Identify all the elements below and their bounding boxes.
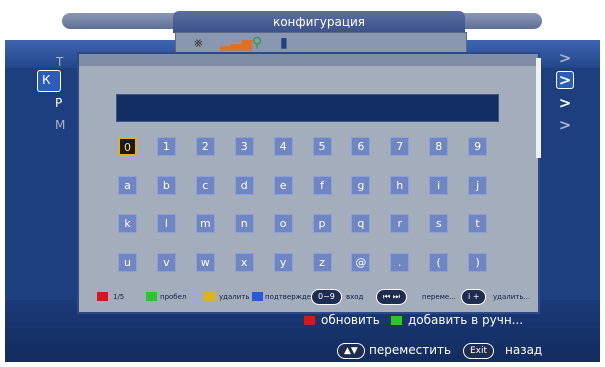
key-c[interactable]: c [195,175,215,195]
key-9[interactable]: 9 [468,137,488,156]
key-a[interactable]: a [118,175,137,195]
network-icon: ⚲ [252,35,263,51]
key-u[interactable]: u [118,252,137,272]
add-manual-hint[interactable]: добавить в ручн... [408,313,523,327]
signal-bars-icon: ▂▃▅ [220,35,253,51]
legend-page-label: 1/5 [113,293,125,301]
key-1[interactable]: 1 [156,137,176,156]
key-p[interactable]: p [312,214,332,233]
key-8[interactable]: 8 [429,137,449,156]
key-0[interactable]: 0 [118,137,137,156]
key-v[interactable]: v [156,252,176,272]
key-o[interactable]: o [273,214,293,233]
chevron-right-icon[interactable]: > [557,117,573,133]
green-key-swatch [391,316,402,325]
info-key-icon: i + [461,289,487,305]
exit-key-icon: Exit [463,343,495,359]
key-rparen[interactable]: ) [468,252,488,272]
key-dot[interactable]: . [390,252,410,272]
key-r[interactable]: r [390,214,410,233]
text-input[interactable] [116,94,499,122]
move-hint[interactable]: переместить [369,343,451,357]
menu-item-2-letter[interactable]: К [42,73,51,87]
key-5[interactable]: 5 [312,137,332,156]
key-t[interactable]: t [468,214,488,233]
key-4[interactable]: 4 [273,137,293,156]
key-at[interactable]: @ [351,252,371,272]
dialog-scrollbar[interactable] [536,58,541,158]
chevron-right-icon[interactable]: > [557,95,573,111]
key-q[interactable]: q [351,214,371,233]
key-l[interactable]: l [156,214,176,233]
battery-icon: ▮ [280,35,288,51]
nav-arrows-icon: ▲▼ [337,343,365,359]
legend-remove-label: удалить... [493,293,531,301]
key-k[interactable]: k [118,214,137,233]
legend-confirm-label: подтвержде... [265,293,318,301]
key-z[interactable]: z [312,252,332,272]
key-j[interactable]: j [468,175,488,195]
back-hint[interactable]: назад [505,343,542,357]
key-d[interactable]: d [234,175,254,195]
key-f[interactable]: f [312,175,332,195]
key-7[interactable]: 7 [390,137,410,156]
menu-item-4-letter[interactable]: М [55,118,65,132]
yellow-key-swatch [204,292,215,301]
key-2[interactable]: 2 [195,137,215,156]
digits-key-icon: 0~9 [311,289,342,305]
red-key-swatch [97,292,108,301]
keyboard-dialog-header [79,54,538,66]
green-key-swatch [146,292,157,301]
key-n[interactable]: n [234,214,254,233]
key-h[interactable]: h [390,175,410,195]
key-w[interactable]: w [195,252,215,272]
key-s[interactable]: s [429,214,449,233]
legend-move-label: переме... [422,293,456,301]
skip-keys-icon: ⏮ ⏭ [376,289,407,305]
key-g[interactable]: g [351,175,371,195]
key-3[interactable]: 3 [234,137,254,156]
chevron-right-icon[interactable]: > [556,71,574,89]
key-i[interactable]: i [429,175,449,195]
key-y[interactable]: y [273,252,293,272]
chevron-right-icon[interactable]: > [557,50,573,66]
key-m[interactable]: m [195,214,215,233]
key-b[interactable]: b [156,175,176,195]
antenna-icon: ⨳ [194,35,203,51]
key-e[interactable]: e [273,175,293,195]
legend-input-label: вход [346,293,364,301]
legend-space-label: пробел [160,293,187,301]
key-lparen[interactable]: ( [429,252,449,272]
menu-item-3-letter[interactable]: Р [55,96,62,110]
blue-key-swatch [252,292,263,301]
refresh-hint[interactable]: обновить [321,313,380,327]
key-x[interactable]: x [234,252,254,272]
legend-delete-label: удалить [219,293,250,301]
red-key-swatch [304,316,315,325]
window-title: конфигурация [173,11,465,33]
menu-item-1-letter[interactable]: Т [56,55,63,69]
key-6[interactable]: 6 [351,137,371,156]
